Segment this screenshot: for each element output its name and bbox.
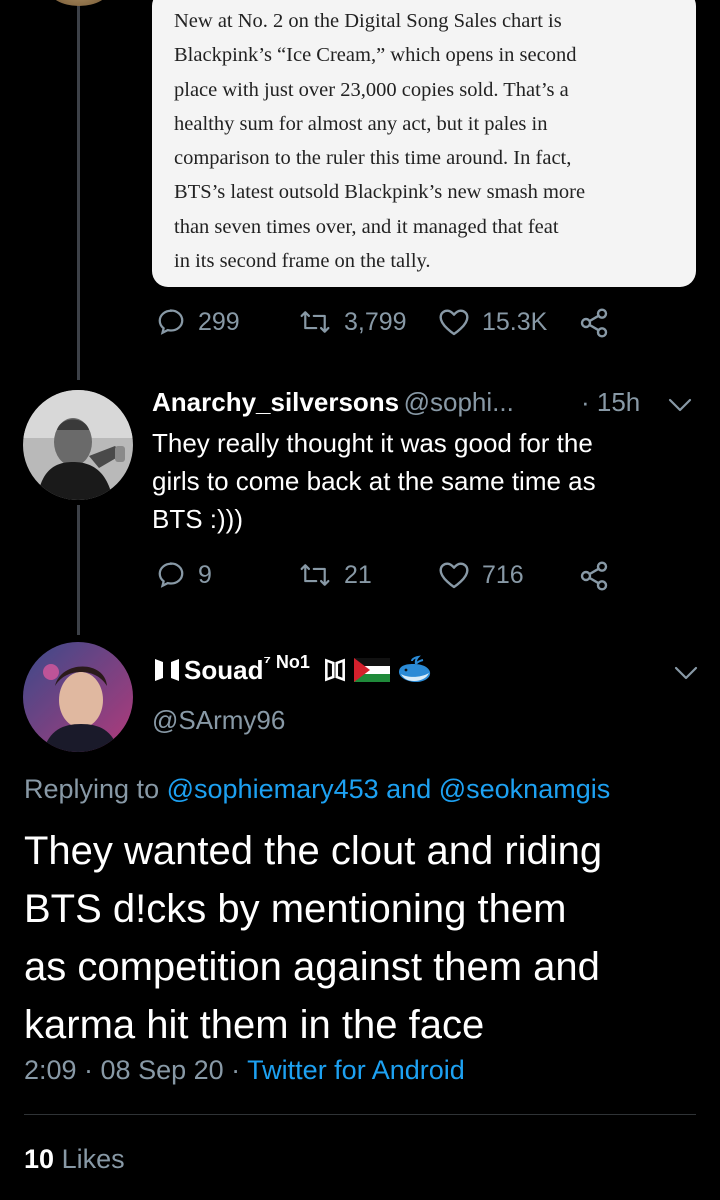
- share-icon: [580, 561, 608, 591]
- likes-count: 10: [24, 1144, 55, 1174]
- share-button[interactable]: [578, 307, 610, 339]
- quote-line: New at No. 2 on the Digital Song Sales c…: [174, 10, 562, 32]
- like-button[interactable]: 716: [438, 560, 524, 590]
- main-name-row[interactable]: Souad ⁷ No1: [152, 650, 432, 690]
- main-text-line: karma hit them in the face: [24, 1003, 485, 1047]
- retweet-icon: [300, 311, 330, 333]
- quote-line: healthy sum for almost any act, but it p…: [174, 112, 548, 135]
- quote-line: place with just over 23,000 copies sold.…: [174, 78, 569, 101]
- chevron-down-icon[interactable]: [666, 392, 694, 416]
- reply1-text-line: BTS :))): [152, 504, 243, 534]
- retweet-icon: [300, 564, 330, 586]
- main-text-line: They wanted the clout and riding: [24, 829, 603, 873]
- quote-line: in its second frame on the tally.: [174, 250, 431, 273]
- tweet-meta: 2:09 · 08 Sep 20 · Twitter for Android: [24, 1055, 465, 1086]
- reply1-text-line: girls to come back at the same time as: [152, 466, 596, 496]
- reply-count: 9: [198, 560, 212, 589]
- replying-user-link[interactable]: @sophiemary453: [167, 774, 379, 804]
- tweet-actions: 299 3,799 15.3K: [0, 307, 720, 347]
- reply-button[interactable]: 9: [156, 560, 212, 590]
- reply-button[interactable]: 299: [156, 307, 240, 337]
- like-icon: [439, 562, 469, 589]
- quoted-article-card[interactable]: New at No. 2 on the Digital Song Sales c…: [152, 0, 696, 287]
- reply-count: 299: [198, 307, 240, 336]
- main-tweet-text: They wanted the clout and riding BTS d!c…: [24, 822, 602, 1054]
- quote-line: than seven times over, and it managed th…: [174, 215, 559, 238]
- quote-line: Blackpink’s “Ice Cream,” which opens in …: [174, 44, 577, 67]
- flag-icon: [353, 658, 390, 682]
- reply-icon: [158, 309, 184, 335]
- like-count: 716: [482, 560, 524, 589]
- likes-label: Likes: [61, 1144, 125, 1174]
- likes-summary[interactable]: 10 Likes: [24, 1144, 125, 1175]
- like-button[interactable]: 15.3K: [438, 307, 547, 337]
- main-name-suffix: ⁷ No1: [263, 651, 310, 672]
- avatar-previous-tweet[interactable]: [48, 0, 110, 6]
- divider: [24, 1114, 696, 1115]
- bts-logo-icon: [155, 659, 179, 681]
- reply1-time[interactable]: · 15h: [581, 387, 640, 418]
- tweet-timestamp: 2:09 · 08 Sep 20 ·: [24, 1055, 241, 1085]
- retweet-count: 21: [344, 560, 372, 589]
- reply1-actions: 9 21 716: [0, 560, 720, 600]
- retweet-button[interactable]: 21: [298, 560, 372, 590]
- replying-to: Replying to @sophiemary453 and @seoknamg…: [24, 774, 610, 805]
- quote-line: BTS’s latest outsold Blackpink’s new sma…: [174, 181, 586, 204]
- avatar-souad[interactable]: [23, 642, 133, 752]
- reply1-text: They really thought it was good for the …: [152, 424, 596, 538]
- tweet-source-link[interactable]: Twitter for Android: [247, 1055, 465, 1085]
- like-icon: [439, 309, 469, 336]
- whale-icon: [398, 655, 430, 682]
- share-button[interactable]: [578, 560, 610, 592]
- avatar-anarchy[interactable]: [23, 390, 133, 500]
- chevron-down-icon[interactable]: [672, 660, 700, 684]
- reply1-text-line: They really thought it was good for the: [152, 428, 593, 458]
- retweet-count: 3,799: [344, 307, 407, 336]
- replying-and: and: [386, 774, 432, 804]
- share-icon: [580, 308, 608, 338]
- user-handle[interactable]: @sophi...: [404, 387, 514, 417]
- replying-prefix: Replying to: [24, 774, 160, 804]
- quote-line: comparison to the ruler this time around…: [174, 147, 572, 170]
- main-text-line: as competition against them and: [24, 945, 600, 989]
- main-user-name: Souad: [184, 654, 264, 685]
- main-user-handle[interactable]: @SArmy96: [152, 705, 285, 736]
- reply-icon: [158, 562, 184, 588]
- retweet-button[interactable]: 3,799: [298, 307, 407, 337]
- bts-logo-icon: [324, 658, 345, 682]
- replying-user-link[interactable]: @seoknamgis: [439, 774, 610, 804]
- like-count: 15.3K: [482, 307, 548, 336]
- user-name[interactable]: Anarchy_silversons: [152, 387, 399, 417]
- main-text-line: BTS d!cks by mentioning them: [24, 887, 567, 931]
